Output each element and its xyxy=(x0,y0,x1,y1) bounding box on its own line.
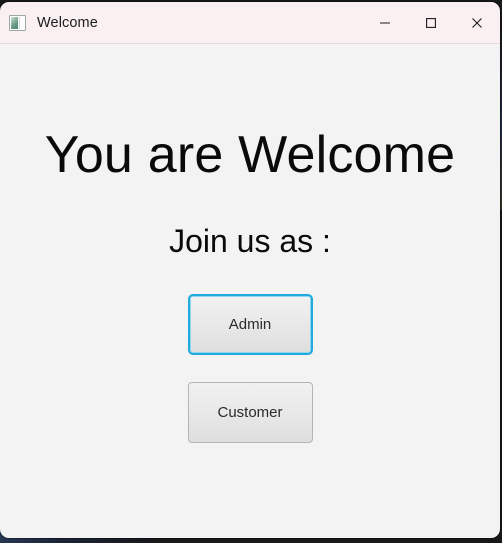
window-controls xyxy=(362,2,500,43)
welcome-heading: You are Welcome xyxy=(44,126,456,184)
close-icon xyxy=(472,17,482,28)
minimize-icon xyxy=(380,21,390,24)
maximize-icon xyxy=(426,17,436,28)
app-icon-panel-left xyxy=(11,16,19,29)
close-button[interactable] xyxy=(454,2,500,43)
minimize-button[interactable] xyxy=(362,2,408,43)
window-title: Welcome xyxy=(37,14,98,31)
customer-button[interactable]: Customer xyxy=(187,382,313,443)
maximize-button[interactable] xyxy=(408,2,454,43)
join-prompt-label: Join us as : xyxy=(169,223,331,259)
window-content: You are Welcome Join us as : Admin Custo… xyxy=(0,44,500,538)
app-window-icon xyxy=(9,14,26,31)
window-titlebar[interactable]: Welcome xyxy=(0,2,500,44)
role-button-group: Admin Customer xyxy=(187,294,313,443)
welcome-window: Welcome You are Welcome Join us as: Adm… xyxy=(0,2,500,538)
admin-button[interactable]: Admin xyxy=(187,294,313,355)
app-icon-panel-right xyxy=(19,16,24,29)
